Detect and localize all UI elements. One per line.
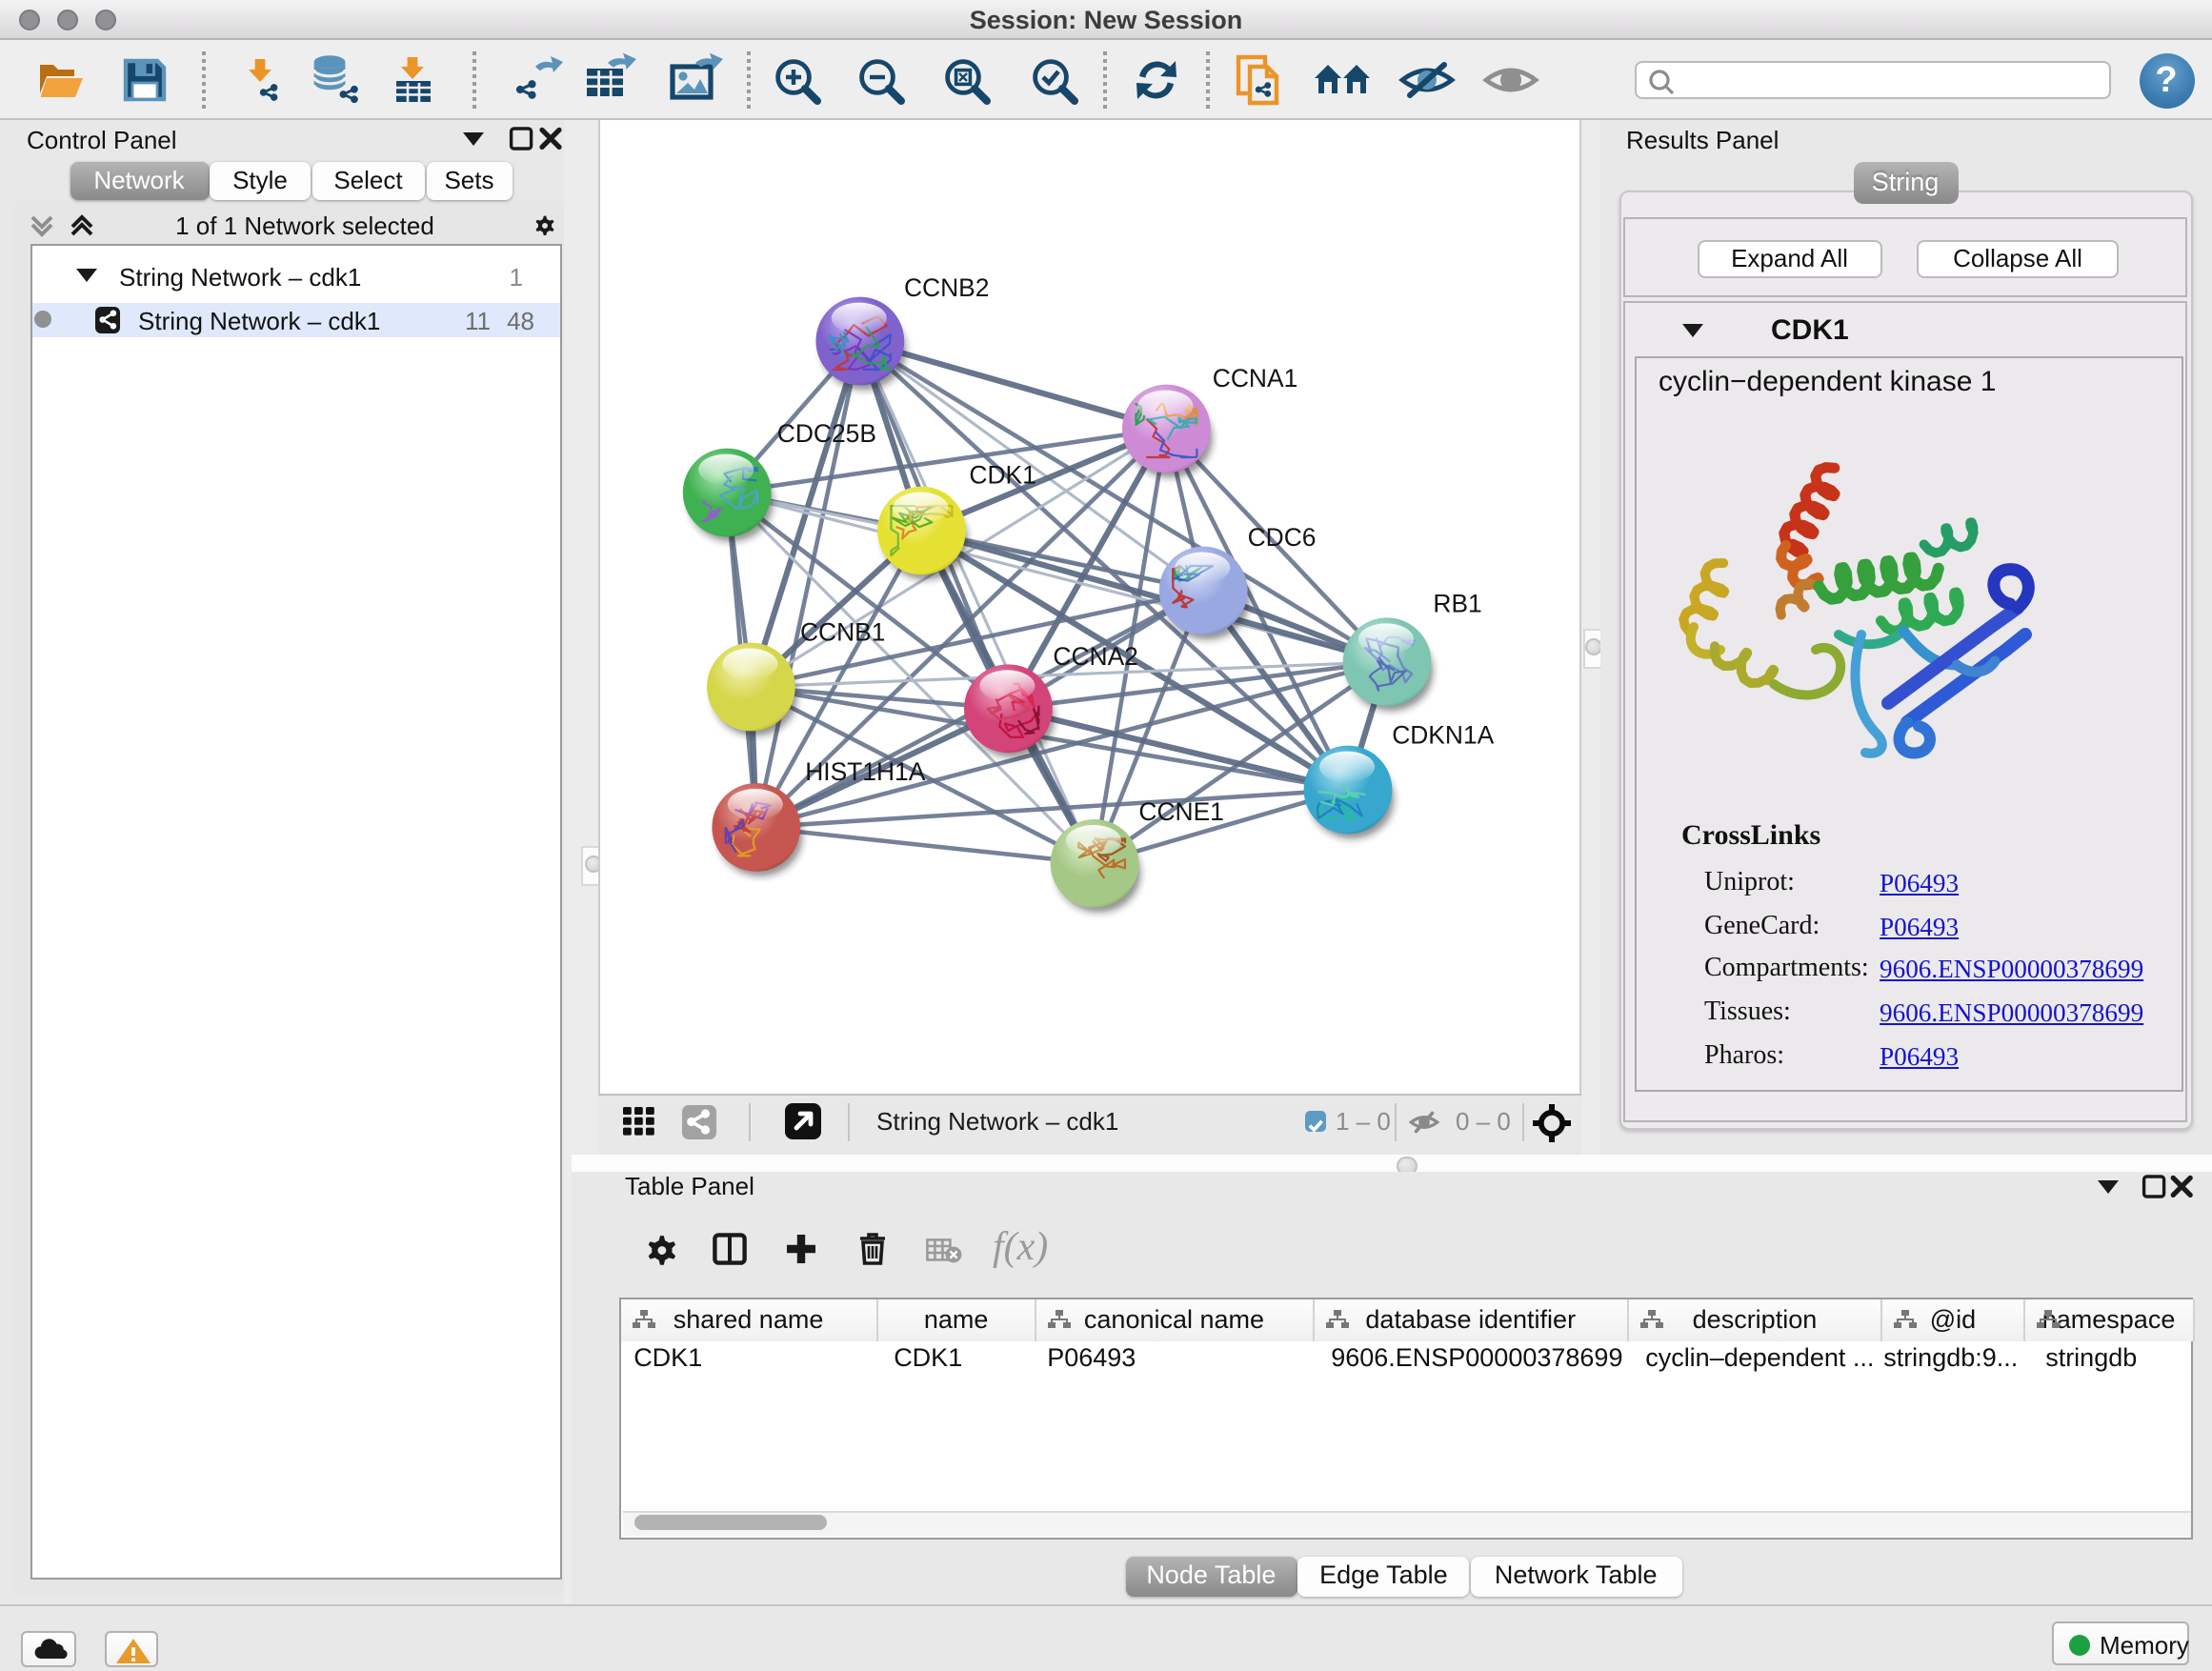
svg-text:CCNE1: CCNE1 (1138, 796, 1223, 825)
svg-text:CCNB1: CCNB1 (800, 617, 885, 646)
svg-text:HIST1H1A: HIST1H1A (805, 756, 926, 785)
svg-text:CDC6: CDC6 (1248, 522, 1317, 551)
svg-text:CCNA2: CCNA2 (1053, 641, 1137, 670)
svg-text:CCNA1: CCNA1 (1213, 363, 1297, 392)
svg-text:CDKN1A: CDKN1A (1392, 720, 1494, 749)
svg-text:RB1: RB1 (1433, 589, 1481, 617)
svg-text:CDK1: CDK1 (969, 459, 1036, 488)
svg-text:CCNB2: CCNB2 (904, 272, 989, 301)
svg-text:CDC25B: CDC25B (777, 418, 876, 447)
